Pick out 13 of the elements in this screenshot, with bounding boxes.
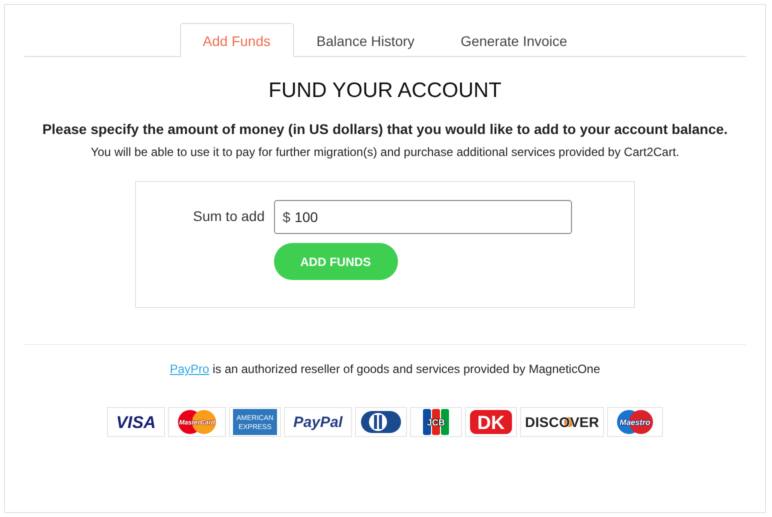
visa-logo: VISA bbox=[113, 412, 159, 432]
page-title: FUND YOUR ACCOUNT bbox=[268, 79, 502, 103]
tab[interactable]: Generate Invoice bbox=[438, 23, 590, 57]
reseller-text: PayPro is an authorized reseller of goods and services provided by MagneticOne bbox=[168, 362, 602, 376]
tab[interactable]: Balance History bbox=[294, 23, 438, 57]
diners-logo bbox=[361, 411, 401, 433]
currency-symbol: $ bbox=[282, 209, 290, 225]
dankort-logo: DK bbox=[470, 410, 512, 434]
sum-label: Sum to add bbox=[193, 208, 265, 224]
intro-text: Please specify the amount of money (in US dollars) that you would like to add to your account balance. bbox=[41, 121, 729, 137]
note-text: You will be able to use it to pay for further migration(s) and purchase additional services provided by Cart2Cart. bbox=[90, 145, 680, 159]
paypal-logo: PayPal bbox=[288, 412, 348, 432]
jcb-logo: JCB bbox=[423, 409, 449, 435]
